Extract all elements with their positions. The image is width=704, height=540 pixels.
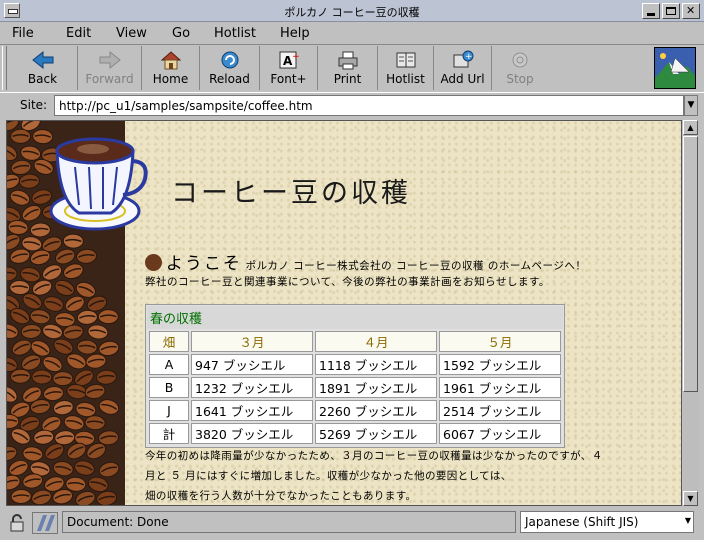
svg-text:+: +: [465, 52, 473, 62]
chevron-up-icon: ▲: [687, 123, 694, 132]
table-cell: 1891 ブッシエル: [315, 377, 437, 398]
table-row: A 947 ブッシエル 1118 ブッシエル 1592 ブッシエル: [149, 354, 561, 375]
table-header-row: 畑 ３月 ４月 ５月: [149, 331, 561, 352]
table-cell: 5269 ブッシエル: [315, 423, 437, 444]
vertical-scrollbar[interactable]: ▲ ▼: [683, 120, 698, 506]
forward-button[interactable]: Forward: [78, 46, 142, 90]
font-plus-icon: A +: [277, 50, 301, 70]
url-input[interactable]: http://pc_u1/samples/sampsite/coffee.htm: [54, 95, 684, 116]
font-plus-button[interactable]: A + Font+: [260, 46, 318, 90]
print-icon: [336, 50, 360, 70]
status-bar: Document: Done Japanese (Shift JIS) ▼: [0, 508, 704, 540]
page-title: コーヒー豆の収穫: [171, 178, 411, 209]
chevron-down-icon: ▼: [687, 100, 695, 110]
chevron-down-icon: ▼: [684, 516, 691, 525]
welcome-text: ポルカノ コーヒー株式会社の コーヒー豆の収穫 のホームページへ！: [245, 260, 587, 272]
table-row: 計 3820 ブッシエル 5269 ブッシエル 6067 ブッシエル: [149, 423, 561, 444]
table-header-cell: ５月: [439, 331, 561, 352]
close-button[interactable]: ✕: [682, 3, 700, 19]
harvest-paragraph: 今年の初めは降雨量が少なかったため、３月のコーヒー豆の収穫量は少なかったのですが…: [145, 446, 655, 505]
window-title: ポルカノ コーヒー豆の収穫: [284, 6, 420, 19]
paragraph-line: 畑の収穫を行う人数が十分でなかったこともあります。: [145, 490, 417, 502]
table-header-cell: 畑: [149, 331, 189, 352]
paragraph-line: 月と ５ 月にはすぐに増加しました。収穫が少なかった他の要因としては、: [145, 470, 512, 482]
add-url-icon: +: [451, 50, 475, 70]
table-cell: 2260 ブッシエル: [315, 400, 437, 421]
connection-indicator-icon: [32, 512, 58, 534]
menu-go[interactable]: Go: [172, 26, 190, 41]
table-cell: 計: [149, 423, 189, 444]
stop-icon: [508, 50, 532, 70]
table-cell: J: [149, 400, 189, 421]
url-dropdown-button[interactable]: ▼: [684, 95, 698, 116]
browser-logo: [654, 47, 696, 89]
harvest-table: 春の収穫 畑 ３月 ４月 ５月 A 947 ブッシエル 1118 ブッシエル 1…: [145, 304, 565, 448]
coffee-bean-bullet-icon: [145, 254, 162, 271]
menu-file[interactable]: File: [12, 26, 34, 41]
menu-bar: File Edit View Go Hotlist Help: [0, 23, 704, 45]
table-cell: A: [149, 354, 189, 375]
table-cell: 2514 ブッシエル: [439, 400, 561, 421]
table-cell: 3820 ブッシエル: [191, 423, 313, 444]
toolbar-grip[interactable]: [2, 46, 7, 90]
site-label: Site:: [20, 98, 48, 112]
home-button[interactable]: Home: [142, 46, 200, 90]
table-row: B 1232 ブッシエル 1891 ブッシエル 1961 ブッシエル: [149, 377, 561, 398]
table-header-cell: ４月: [315, 331, 437, 352]
table-cell: 1118 ブッシエル: [315, 354, 437, 375]
scrollbar-thumb[interactable]: [683, 136, 698, 392]
stop-button[interactable]: Stop: [492, 46, 548, 90]
lock-icon[interactable]: [8, 514, 26, 532]
back-arrow-icon: [31, 50, 55, 70]
forward-arrow-icon: [98, 50, 122, 70]
table-header-cell: ３月: [191, 331, 313, 352]
table-cell: B: [149, 377, 189, 398]
minimize-button[interactable]: [642, 3, 660, 19]
title-bar: ポルカノ コーヒー豆の収穫 ✕: [0, 0, 704, 22]
add-url-button[interactable]: + Add Url: [434, 46, 492, 90]
table-cell: 1641 ブッシエル: [191, 400, 313, 421]
welcome-line: ようこそ ポルカノ コーヒー株式会社の コーヒー豆の収穫 のホームページへ！: [145, 249, 586, 274]
paragraph-line: 今年の初めは降雨量が少なかったため、３月のコーヒー豆の収穫量は少なかったのですが…: [145, 450, 603, 462]
print-button[interactable]: Print: [318, 46, 378, 90]
table-cell: 1232 ブッシエル: [191, 377, 313, 398]
maximize-button[interactable]: [662, 3, 680, 19]
page-content: コーヒー豆の収穫 ようこそ ポルカノ コーヒー株式会社の コーヒー豆の収穫 のホ…: [6, 120, 682, 506]
menu-edit[interactable]: Edit: [66, 26, 91, 41]
table-caption: 春の収穫: [147, 306, 563, 329]
table-cell: 6067 ブッシエル: [439, 423, 561, 444]
toolbar: Back Forward Home Reload A + Font+ Print …: [8, 46, 648, 90]
encoding-value: Japanese (Shift JIS): [525, 515, 639, 529]
back-button[interactable]: Back: [8, 46, 78, 90]
table-cell: 1592 ブッシエル: [439, 354, 561, 375]
intro-text: 弊社のコーヒー豆と関連事業について、今後の弊社の事業計画をお知らせします。: [145, 276, 550, 288]
welcome-heading: ようこそ: [165, 254, 242, 274]
home-icon: [159, 50, 183, 70]
address-bar: Site: http://pc_u1/samples/sampsite/coff…: [0, 92, 704, 118]
menu-view[interactable]: View: [116, 26, 147, 41]
hotlist-button[interactable]: Hotlist: [378, 46, 434, 90]
reload-icon: [218, 50, 242, 70]
hotlist-book-icon: [394, 50, 418, 70]
coffee-cup-image: [49, 131, 149, 243]
chevron-down-icon: ▼: [687, 494, 694, 503]
svg-text:+: +: [292, 52, 300, 62]
scroll-up-button[interactable]: ▲: [683, 120, 698, 135]
table-cell: 1961 ブッシエル: [439, 377, 561, 398]
reload-button[interactable]: Reload: [200, 46, 260, 90]
status-text: Document: Done: [62, 511, 516, 533]
menu-help[interactable]: Help: [280, 26, 310, 41]
table-row: J 1641 ブッシエル 2260 ブッシエル 2514 ブッシエル: [149, 400, 561, 421]
scroll-down-button[interactable]: ▼: [683, 491, 698, 506]
encoding-select[interactable]: Japanese (Shift JIS) ▼: [520, 511, 694, 533]
table-cell: 947 ブッシエル: [191, 354, 313, 375]
menu-hotlist[interactable]: Hotlist: [214, 26, 256, 41]
